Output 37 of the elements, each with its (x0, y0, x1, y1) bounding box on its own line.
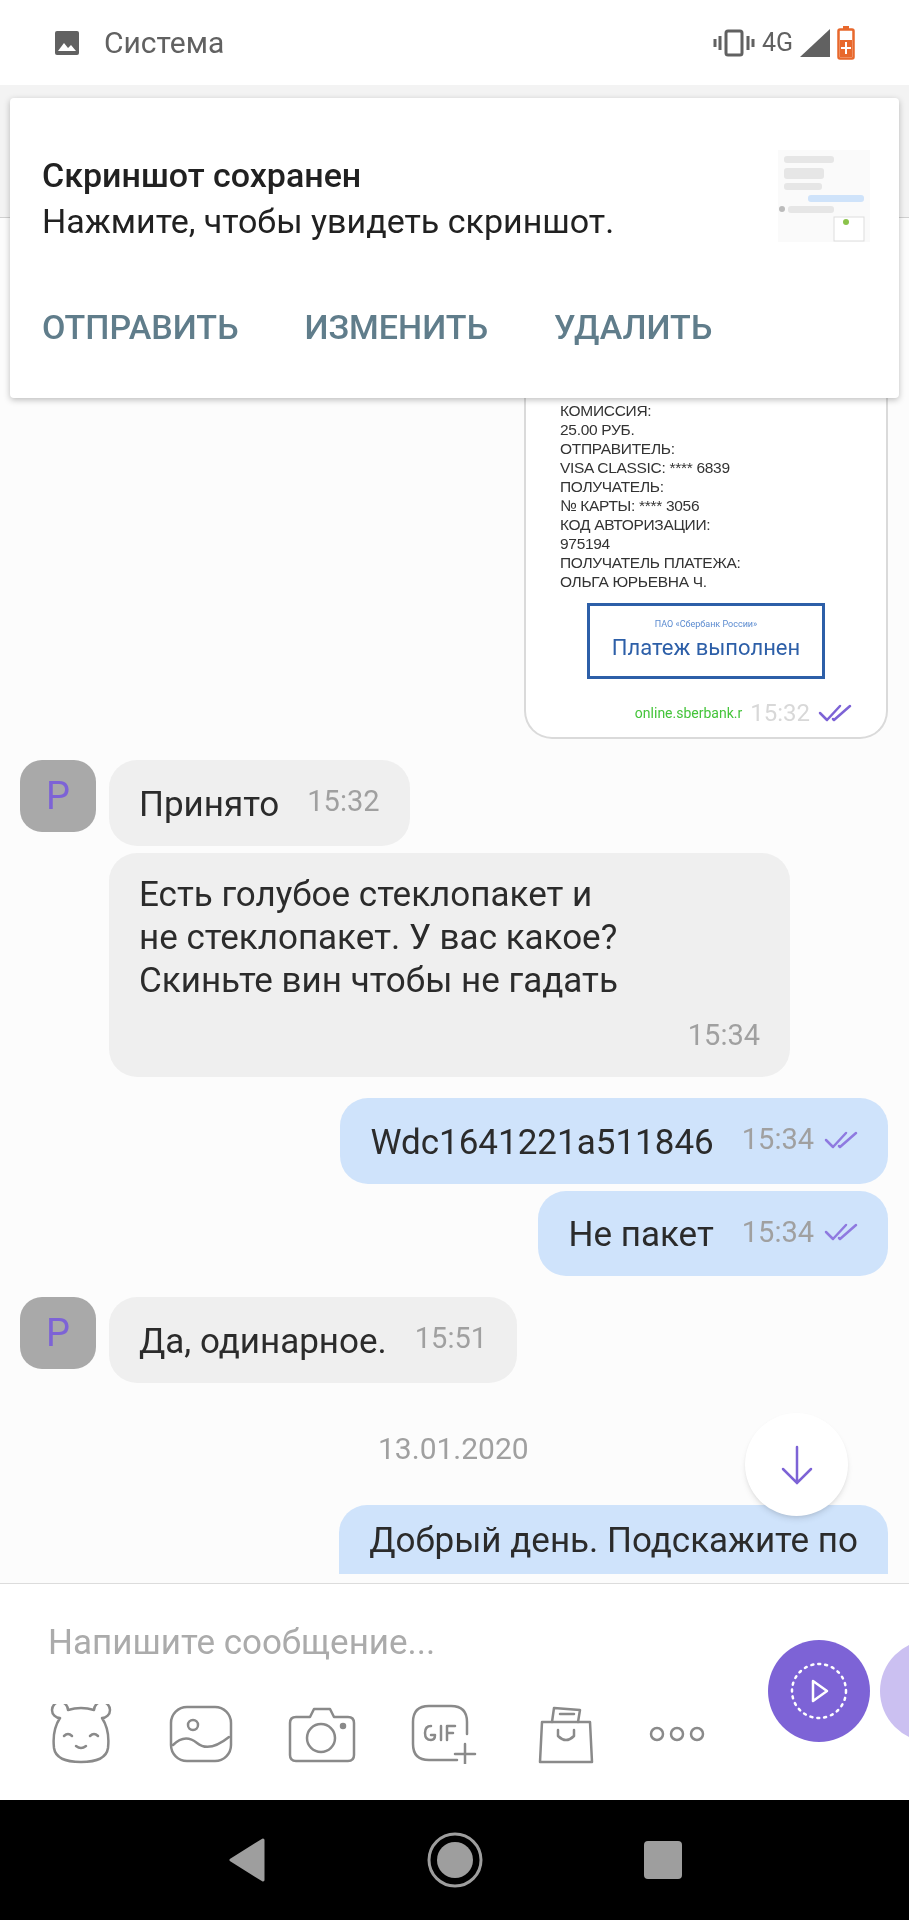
notification-toast[interactable]: Скриншот сохранен Нажмите, чтобы увидеть скриншот. ОТПРАВИТЬ ИЗМЕНИТЬ УДАЛИТЬ (10, 98, 899, 398)
message-text: Принято (139, 782, 280, 826)
notification-text: Нажмите, чтобы увидеть скриншот. (42, 200, 615, 243)
message-text: Не пакет (568, 1213, 714, 1256)
image-icon[interactable] (169, 1705, 233, 1763)
battery-icon (837, 25, 855, 60)
shopping-bag-icon[interactable] (538, 1704, 594, 1764)
message-time: 15:34 (741, 1213, 814, 1251)
receipt-source-text: online.sberbank.r (634, 703, 743, 723)
message-text: Добрый день. Подскажите по (369, 1518, 858, 1562)
camera-icon[interactable] (288, 1705, 356, 1763)
bear-face-icon[interactable] (48, 1704, 114, 1764)
home-icon[interactable] (426, 1832, 483, 1888)
status-app-label: Система (104, 24, 225, 62)
message-text: Да, одинарное. (139, 1319, 387, 1363)
message-text: Wdc1641221a511846 (370, 1120, 714, 1164)
vibrate-icon (711, 28, 756, 57)
more-icon[interactable] (649, 1725, 705, 1743)
message-text: Есть голубое стеклопакет и не стеклопакет. У вас какое? Скиньте вин чтобы не гадать (139, 872, 619, 1002)
play-icon (790, 1662, 848, 1720)
receipt-text: КОМИССИЯ: 25.00 РУБ. ОТПРАВИТЕЛЬ: VISA CLASSIC: **** 6839 ПОЛУЧАТЕЛЬ: № КАРТЫ: **** 3056 КОД АВТОРИЗАЦИИ: 975194 ПОЛУЧАТЕЛЬ ПЛАТЕЖА: ОЛЬГА ЮРЬЕВНА Ч. (560, 401, 742, 591)
notification-action-button[interactable]: УДАЛИТЬ (543, 294, 723, 361)
stamp-bank-label: ПАО «Сбербанк России» (654, 617, 758, 631)
notification-action-button[interactable]: ИЗМЕНИТЬ (294, 294, 498, 361)
message-time: 15:34 (741, 1121, 814, 1158)
message-time: 15:34 (687, 1016, 760, 1054)
message-time: 15:51 (414, 1320, 487, 1357)
notification-title: Скриншот сохранен (42, 154, 362, 197)
notification-action-button[interactable]: ОТПРАВИТЬ (32, 294, 249, 361)
message-input-field[interactable]: Напишите сообщение... (48, 1614, 708, 1670)
recents-icon[interactable] (642, 1840, 683, 1880)
image-icon (54, 29, 80, 56)
network-label: 4G (761, 26, 793, 59)
message-time: 15:32 (307, 783, 380, 820)
date-separator: 13.01.2020 (378, 1430, 529, 1468)
stamp-text: Платеж выполнен (611, 634, 801, 663)
signal-icon (799, 27, 831, 58)
